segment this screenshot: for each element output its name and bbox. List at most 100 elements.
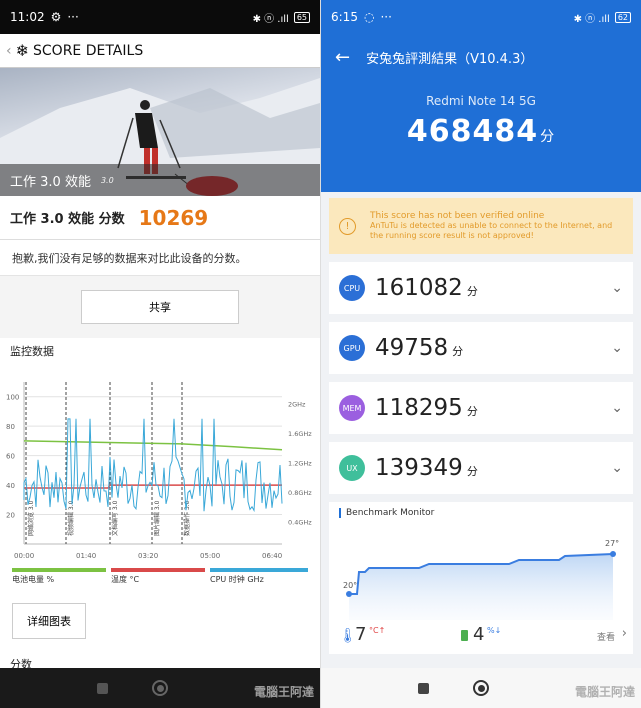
score-value: 10269: [138, 205, 209, 230]
battery-small-icon: [461, 630, 468, 641]
y-left-tick: 60: [6, 453, 15, 461]
recents-icon[interactable]: [97, 682, 108, 694]
y-right-tick: 1.2GHz: [288, 460, 312, 468]
monitor-title: 监控数据: [10, 345, 54, 358]
cpu-score: 161082: [375, 275, 463, 301]
chevron-down-icon[interactable]: ⌄: [611, 280, 623, 296]
antutu-screen: 6:15 ◌ ··· ✱ ⓝ .ıll 62 ← 安兔兔評測結果（V10.4.3…: [321, 0, 641, 708]
chevron-down-icon[interactable]: ⌄: [611, 340, 623, 356]
status-time: 11:02: [10, 10, 45, 24]
result-header: ← 安兔兔評測結果（V10.4.3） Redmi Note 14 5G 4684…: [321, 34, 641, 192]
more-icon: ···: [67, 10, 79, 24]
chart-legend: 电池电量 % 温度 °C CPU 时钟 GHz: [12, 568, 308, 584]
legend-temp-swatch: [111, 568, 205, 572]
gpu-score: 49758: [375, 335, 449, 361]
x-tick: 05:00: [200, 552, 220, 560]
legend-cpu: CPU 时钟 GHz: [210, 575, 264, 584]
warning-icon: !: [339, 217, 356, 235]
watermark-logo: 電腦王阿達: [253, 685, 314, 699]
x-tick: 01:40: [76, 552, 96, 560]
view-more-link[interactable]: 查看: [597, 630, 615, 643]
start-point: [346, 591, 352, 597]
total-score-value: 468484: [406, 114, 539, 149]
status-icons: ✱ ⓝ .ıll: [252, 13, 289, 25]
score-card-cpu[interactable]: CPU 161082 分 ⌄: [329, 262, 633, 314]
monitoring-chart: 100 80 60 40 20 2GHz 1.6GHz 1.2GHz 0.8GHz 0.4GHz 0…: [0, 364, 320, 564]
warning-title: This score has not been verified online: [370, 211, 545, 221]
battery-icon: 62: [614, 11, 631, 23]
score-label: 工作 3.0 效能 分数: [10, 212, 125, 227]
page-title: SCORE DETAILS: [33, 42, 144, 59]
legend-battery: 电池电量 %: [12, 575, 55, 584]
end-point: [610, 551, 616, 557]
y-left-tick: 40: [6, 482, 15, 490]
chevron-down-icon[interactable]: ⌄: [611, 400, 623, 416]
hero-caption: 工作 3.0 效能 3.0: [0, 164, 320, 196]
battery-delta-unit: %↓: [487, 626, 502, 635]
ux-score-unit: 分: [466, 465, 478, 478]
phase-label: 网络浏览 3.0: [27, 500, 35, 536]
detail-chart-button[interactable]: 详细图表: [12, 603, 86, 639]
legend-temp: 温度 °C: [111, 575, 140, 584]
score-row: 工作 3.0 效能 分数 10269: [0, 196, 320, 240]
status-icons: ✱ ⓝ .ıll: [573, 13, 610, 25]
start-temp-label: 20°: [343, 581, 357, 590]
battery-delta: 4: [473, 624, 485, 645]
toolbar: ← 安兔兔評測結果（V10.4.3）: [321, 34, 641, 80]
mem-score: 118295: [375, 395, 463, 421]
ux-chip: UX: [339, 455, 365, 481]
x-tick: 03:20: [138, 552, 158, 560]
share-section: 共享: [0, 276, 320, 338]
ux-score: 139349: [375, 455, 463, 481]
mem-score-unit: 分: [466, 405, 478, 418]
benchmark-footer: 🌡 7 °C↑ 4 %↓ 查看 ›: [329, 624, 633, 650]
toolbar-title: 安兔兔評測結果（V10.4.3）: [366, 51, 534, 67]
y-right-tick: 1.6GHz: [288, 430, 312, 438]
app-header: ‹ ❄ SCORE DETAILS: [0, 34, 320, 68]
status-bar: 6:15 ◌ ··· ✱ ⓝ .ıll 62: [321, 0, 641, 34]
phase-label: 视频编辑 3.0: [67, 500, 75, 536]
y-left-tick: 80: [6, 423, 15, 431]
monitoring-chart-svg: 100 80 60 40 20 2GHz 1.6GHz 1.2GHz 0.8GHz 0.4GHz 0…: [6, 382, 312, 560]
x-tick: 06:40: [262, 552, 282, 560]
battery-line: [23, 440, 283, 451]
temp-delta: 7: [355, 624, 367, 645]
recents-icon[interactable]: [418, 682, 429, 694]
gear-icon: ⚙: [50, 10, 62, 24]
score-card-mem[interactable]: MEM 118295 分 ⌄: [329, 382, 633, 434]
legend-battery-swatch: [12, 568, 106, 572]
end-temp-label: 27°: [605, 539, 619, 548]
hero-image: 工作 3.0 效能 3.0: [0, 68, 320, 196]
home-icon[interactable]: [473, 680, 489, 696]
cpu-chip: CPU: [339, 275, 365, 301]
hero-title: 工作 3.0 效能: [10, 174, 91, 190]
phase-label: 文档编写 3.0: [111, 500, 119, 536]
verification-warning: ! This score has not been verified onlin…: [329, 198, 633, 254]
comparison-note: 抱歉,我们没有足够的数据来对比此设备的分数。: [0, 240, 320, 276]
cpu-line: [23, 418, 283, 513]
pcmark-screen: 11:02 ⚙ ··· ✱ ⓝ .ıll 65 ‹ ❄ SCORE DETAIL…: [0, 0, 320, 708]
chevron-down-icon[interactable]: ⌄: [611, 460, 623, 476]
phase-label: 图片编辑 3.0: [153, 500, 161, 536]
hero-version: 3.0: [100, 175, 114, 185]
mem-chip: MEM: [339, 395, 365, 421]
y-right-tick: 2GHz: [288, 401, 306, 409]
gpu-score-unit: 分: [452, 345, 464, 358]
chevron-right-icon[interactable]: ›: [622, 626, 627, 641]
device-name: Redmi Note 14 5G: [426, 94, 536, 108]
back-arrow-icon[interactable]: ←: [335, 47, 350, 68]
y-left-tick: 20: [6, 512, 15, 520]
legend-cpu-swatch: [210, 568, 308, 572]
score-card-gpu[interactable]: GPU 49758 分 ⌄: [329, 322, 633, 374]
temp-delta-unit: °C↑: [369, 626, 386, 635]
cpu-score-unit: 分: [466, 285, 478, 298]
score-card-ux[interactable]: UX 139349 分 ⌄: [329, 442, 633, 494]
location-icon: ◌: [363, 10, 375, 24]
share-button[interactable]: 共享: [81, 290, 239, 324]
total-score: 468484 分: [321, 114, 641, 149]
x-tick: 00:00: [14, 552, 34, 560]
watermark-logo: 電腦王阿達: [574, 685, 635, 699]
back-icon[interactable]: ‹: [6, 43, 12, 59]
battery-icon: 65: [293, 11, 310, 23]
home-icon[interactable]: [152, 680, 168, 696]
